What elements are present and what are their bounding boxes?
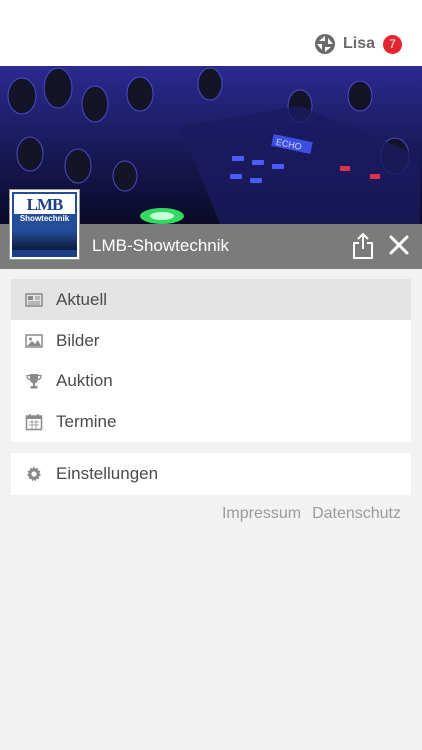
logo-url-strip xyxy=(12,250,77,257)
logo-name: Showtechnik xyxy=(19,214,70,223)
group-title: LMB-Showtechnik xyxy=(92,236,230,255)
impressum-link[interactable]: Impressum xyxy=(222,505,301,523)
menu-item-aktuell[interactable]: Aktuell xyxy=(11,279,411,320)
menu-item-bilder[interactable]: Bilder xyxy=(11,320,411,361)
logo-image: LMB Showtechnik xyxy=(12,192,77,257)
menu-label-termine: Termine xyxy=(56,411,117,431)
share-icon[interactable] xyxy=(350,232,376,260)
menu-label-einstellungen: Einstellungen xyxy=(56,464,159,483)
notification-badge[interactable]: 7 xyxy=(383,34,402,54)
navigation-menu: Aktuell Bilder Auktion Termine xyxy=(11,279,411,442)
calendar-icon xyxy=(25,413,43,430)
footer-links: Impressum Datenschutz xyxy=(222,505,401,523)
trophy-icon xyxy=(26,373,42,388)
menu-item-termine[interactable]: Termine xyxy=(11,401,411,442)
menu-label-bilder: Bilder xyxy=(56,330,100,350)
user-name[interactable]: Lisa xyxy=(343,35,375,53)
user-menu[interactable]: Lisa 7 xyxy=(314,32,402,56)
group-logo: LMB Showtechnik xyxy=(10,190,79,259)
close-icon[interactable] xyxy=(388,234,410,256)
menu-item-einstellungen[interactable]: Einstellungen xyxy=(11,453,411,495)
settings-section: Einstellungen xyxy=(11,453,411,495)
logo-mark: LMB xyxy=(26,195,64,214)
logo-crowd-graphic xyxy=(12,230,77,250)
app-logo-icon xyxy=(314,34,335,54)
image-icon xyxy=(25,333,43,348)
gear-icon xyxy=(27,466,41,482)
menu-label-aktuell: Aktuell xyxy=(56,289,108,309)
top-bar: Lisa 7 xyxy=(0,0,422,66)
menu-item-auktion[interactable]: Auktion xyxy=(11,360,411,401)
newspaper-icon xyxy=(25,292,43,307)
menu-label-auktion: Auktion xyxy=(56,370,113,390)
datenschutz-link[interactable]: Datenschutz xyxy=(312,505,401,523)
